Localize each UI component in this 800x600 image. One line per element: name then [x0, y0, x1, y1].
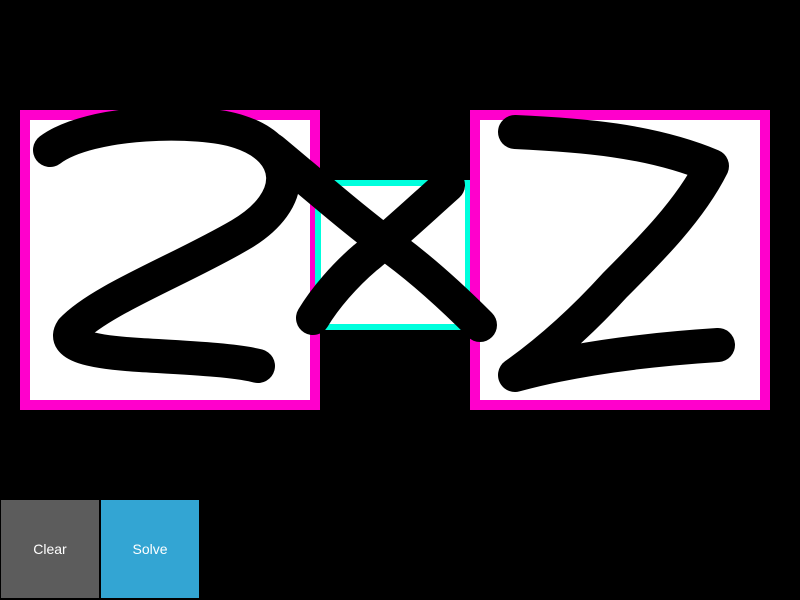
solve-button[interactable]: Solve	[101, 500, 199, 598]
clear-button[interactable]: Clear	[1, 500, 99, 598]
